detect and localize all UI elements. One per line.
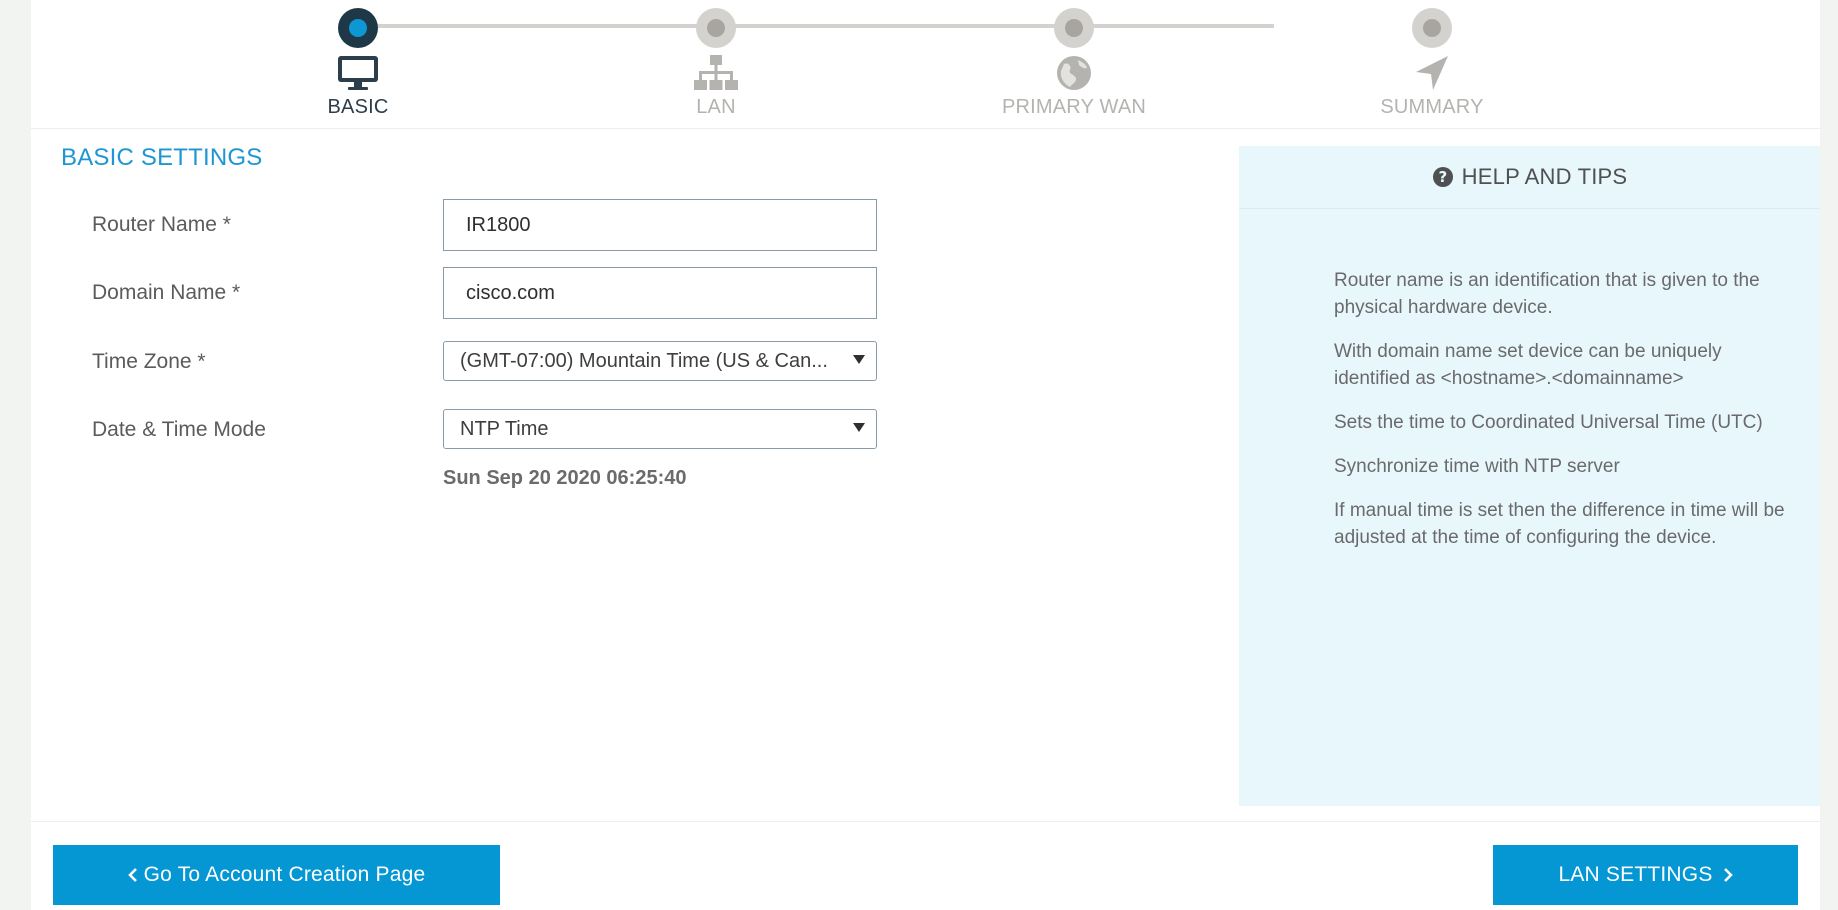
section-title: BASIC SETTINGS (61, 144, 263, 171)
step-lan[interactable]: LAN (616, 8, 816, 119)
go-to-account-creation-button[interactable]: Go To Account Creation Page (53, 845, 500, 905)
help-title: HELP AND TIPS (1461, 164, 1628, 189)
wizard-page: BASIC LAN PRIMARY WAN SUMMARY BASIC SETT… (31, 0, 1820, 910)
help-panel: ? HELP AND TIPS Router name is an identi… (1239, 146, 1820, 806)
step-basic[interactable]: BASIC (258, 8, 458, 119)
step-primary-wan[interactable]: PRIMARY WAN (974, 8, 1174, 119)
time-zone-row: Time Zone * (GMT-07:00) Mountain Time (U… (92, 341, 912, 393)
time-zone-value: (GMT-07:00) Mountain Time (US & Can... (460, 350, 828, 372)
time-zone-select[interactable]: (GMT-07:00) Mountain Time (US & Can... (443, 341, 877, 381)
footer-divider (31, 821, 1820, 822)
question-circle-icon: ? (1432, 166, 1454, 188)
current-datetime: Sun Sep 20 2020 06:25:40 (443, 467, 687, 489)
date-time-mode-value: NTP Time (460, 418, 549, 440)
step-indicator (1054, 8, 1094, 48)
router-name-label: Router Name * (92, 213, 231, 236)
chevron-right-icon (1723, 867, 1733, 883)
monitor-icon (258, 52, 458, 94)
step-label: LAN (696, 96, 736, 118)
back-button-label: Go To Account Creation Page (143, 863, 426, 886)
step-summary[interactable]: SUMMARY (1332, 8, 1532, 119)
step-label: BASIC (327, 96, 389, 118)
next-button-label: LAN SETTINGS (1558, 863, 1713, 886)
router-name-row: Router Name * (92, 199, 912, 251)
router-name-input[interactable] (443, 199, 877, 251)
help-tip: Synchronize time with NTP server (1334, 456, 1620, 477)
step-label: PRIMARY WAN (1001, 96, 1147, 118)
step-indicator (1412, 8, 1452, 48)
wizard-stepper: BASIC LAN PRIMARY WAN SUMMARY (31, 0, 1820, 129)
help-tip: With domain name set device can be uniqu… (1334, 341, 1722, 389)
step-indicator (696, 8, 736, 48)
navigation-arrow-icon (1332, 52, 1532, 94)
domain-name-row: Domain Name * (92, 267, 912, 319)
help-header: ? HELP AND TIPS (1239, 146, 1820, 209)
domain-name-label: Domain Name * (92, 281, 241, 304)
caret-down-icon (853, 355, 865, 364)
time-zone-label: Time Zone * (92, 350, 206, 373)
network-icon (616, 52, 816, 94)
domain-name-input[interactable] (443, 267, 877, 319)
step-label: SUMMARY (1380, 96, 1484, 118)
help-tip: Router name is an identification that is… (1334, 270, 1760, 318)
help-tip: Sets the time to Coordinated Universal T… (1334, 412, 1763, 433)
help-tips-list: Router name is an identification that is… (1334, 267, 1794, 568)
date-time-mode-label: Date & Time Mode (92, 418, 266, 441)
lan-settings-button[interactable]: LAN SETTINGS (1493, 845, 1798, 905)
caret-down-icon (853, 423, 865, 432)
date-time-mode-row: Date & Time Mode NTP Time (92, 409, 912, 461)
help-tip: If manual time is set then the differenc… (1334, 500, 1785, 548)
svg-text:?: ? (1438, 168, 1447, 186)
date-time-mode-select[interactable]: NTP Time (443, 409, 877, 449)
chevron-left-icon (127, 867, 138, 883)
step-indicator-active (338, 8, 378, 48)
globe-icon (974, 52, 1174, 94)
